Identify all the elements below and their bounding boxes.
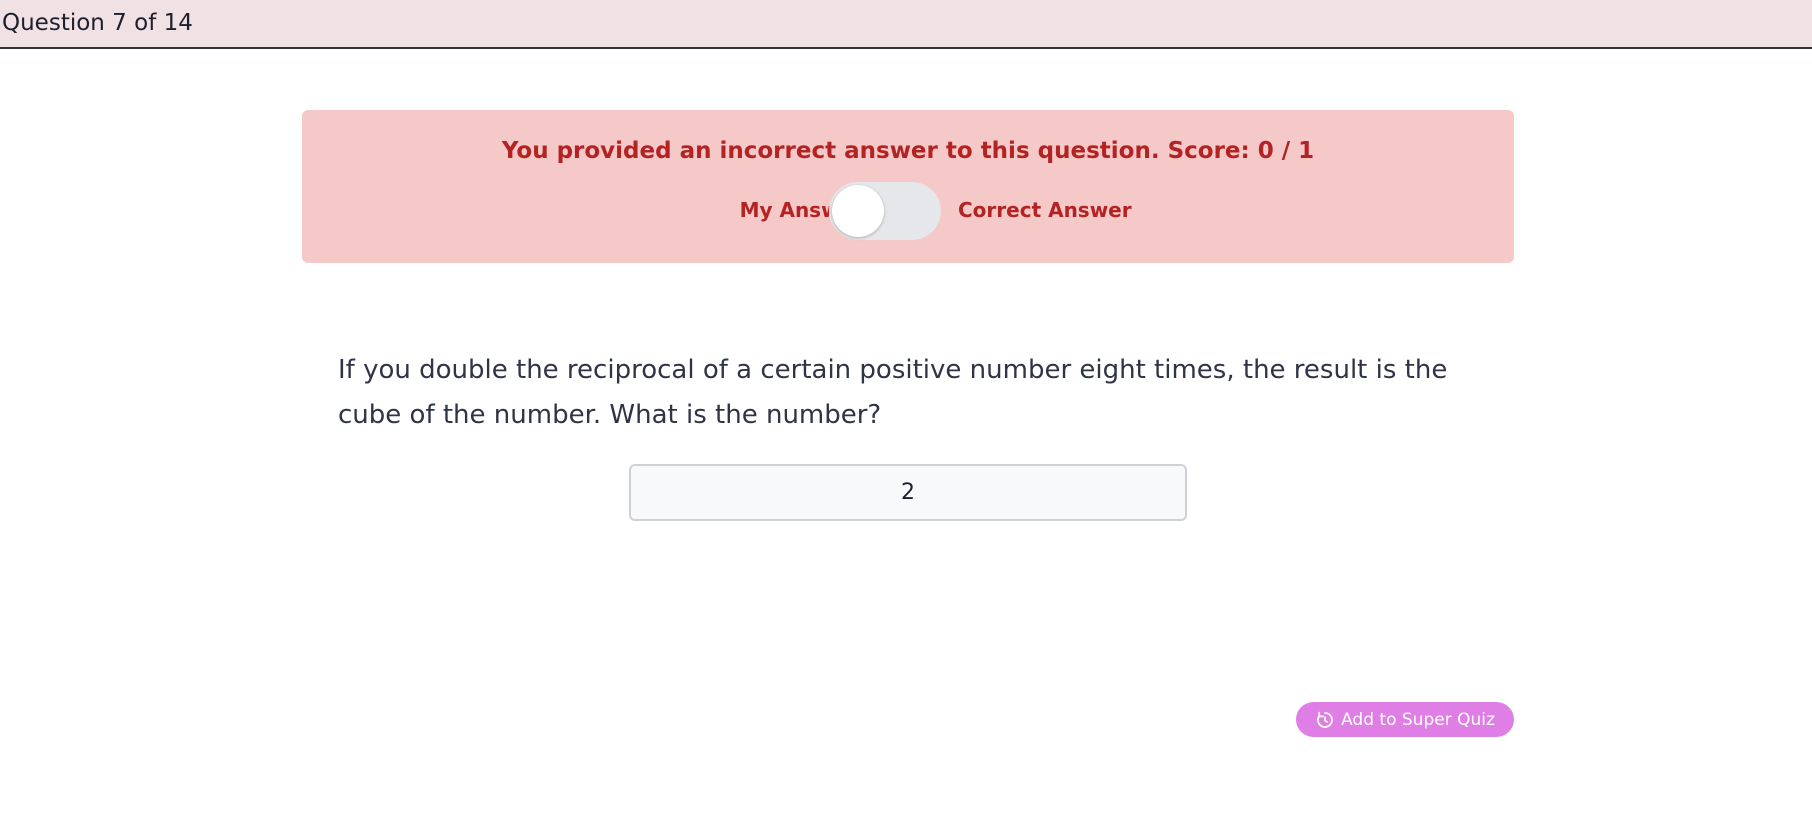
feedback-banner: You provided an incorrect answer to this…: [302, 110, 1514, 263]
answer-toggle-row: My Answer Correct Answer: [302, 182, 1514, 240]
refresh-circle-icon: [1315, 710, 1335, 730]
question-counter: Question 7 of 14: [2, 10, 193, 36]
add-to-super-quiz-button[interactable]: Add to Super Quiz: [1296, 702, 1514, 737]
correct-answer-label[interactable]: Correct Answer: [958, 196, 1132, 224]
toggle-knob: [832, 185, 884, 237]
super-quiz-label: Add to Super Quiz: [1341, 709, 1495, 730]
top-bar: Question 7 of 14: [0, 0, 1812, 49]
feedback-message: You provided an incorrect answer to this…: [501, 138, 1315, 164]
answer-field[interactable]: [629, 464, 1187, 521]
answer-toggle-switch[interactable]: [829, 182, 941, 240]
question-text: If you double the reciprocal of a certai…: [338, 355, 1448, 430]
